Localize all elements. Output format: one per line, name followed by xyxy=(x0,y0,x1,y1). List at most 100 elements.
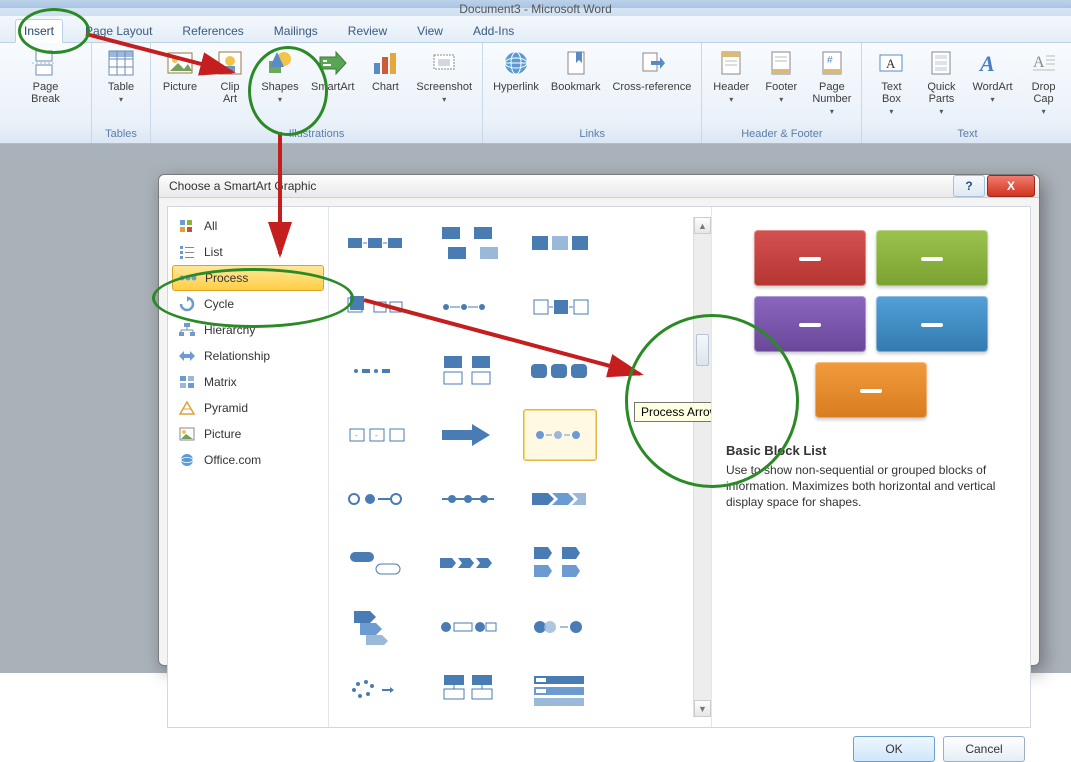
dropcap-button[interactable]: ADrop Cap▾ xyxy=(1023,45,1065,119)
smartart-thumb[interactable] xyxy=(523,601,597,653)
quickparts-button[interactable]: Quick Parts▾ xyxy=(920,45,962,119)
cycle-icon xyxy=(178,296,196,312)
picture-button[interactable]: Picture xyxy=(159,45,201,95)
textbox-button[interactable]: AText Box▾ xyxy=(870,45,912,119)
all-icon xyxy=(178,218,196,234)
category-all[interactable]: All xyxy=(168,213,328,239)
bookmark-icon xyxy=(560,47,592,79)
wordart-button[interactable]: AWordArt▾ xyxy=(970,45,1014,107)
category-list: All List Process Cycle Hierarchy Relatio… xyxy=(168,207,329,727)
svg-text:A: A xyxy=(1033,54,1045,71)
category-list[interactable]: List xyxy=(168,239,328,265)
textbox-icon: A xyxy=(875,47,907,79)
group-links-label: Links xyxy=(491,128,693,143)
close-button[interactable]: X xyxy=(987,175,1035,197)
category-matrix[interactable]: Matrix xyxy=(168,369,328,395)
smartart-thumb[interactable] xyxy=(523,473,597,525)
smartart-thumb[interactable] xyxy=(339,345,413,397)
preview-description: Use to show non-sequential or grouped bl… xyxy=(726,462,1016,511)
scrollbar[interactable]: ▲ ▼ xyxy=(693,217,711,717)
tab-page-layout[interactable]: Page Layout xyxy=(77,20,160,42)
picture-icon xyxy=(164,47,196,79)
smartart-thumb[interactable] xyxy=(523,217,597,269)
hyperlink-button[interactable]: Hyperlink xyxy=(491,45,541,95)
smartart-thumb[interactable] xyxy=(339,665,413,717)
smartart-thumb[interactable] xyxy=(431,537,505,589)
scroll-thumb[interactable] xyxy=(696,334,709,366)
picture-cat-icon xyxy=(178,426,196,442)
smartart-thumb[interactable] xyxy=(523,537,597,589)
list-icon xyxy=(178,244,196,260)
smartart-thumb[interactable] xyxy=(523,665,597,717)
smartart-thumb[interactable] xyxy=(431,217,505,269)
preview-block xyxy=(754,230,866,286)
svg-text:A: A xyxy=(886,56,896,71)
preview-block xyxy=(876,230,988,286)
smartart-thumb[interactable] xyxy=(339,537,413,589)
tab-addins[interactable]: Add-Ins xyxy=(465,20,522,42)
pagenumber-button[interactable]: #Page Number▾ xyxy=(810,45,853,119)
smartart-thumb[interactable] xyxy=(431,409,505,461)
scroll-down[interactable]: ▼ xyxy=(694,700,711,717)
shapes-icon xyxy=(264,47,296,79)
smartart-thumb[interactable] xyxy=(339,601,413,653)
ribbon: Page Break Table▾ Tables Picture Clip Ar… xyxy=(0,43,1071,144)
crossref-icon xyxy=(636,47,668,79)
tab-review[interactable]: Review xyxy=(340,20,395,42)
hyperlink-icon xyxy=(500,47,532,79)
smartart-thumb[interactable] xyxy=(339,217,413,269)
crossref-button[interactable]: Cross-reference xyxy=(610,45,693,95)
clipart-button[interactable]: Clip Art xyxy=(209,45,251,107)
svg-text:#: # xyxy=(827,55,833,66)
clipart-icon xyxy=(214,47,246,79)
smartart-thumb[interactable]: -- xyxy=(339,409,413,461)
scroll-up[interactable]: ▲ xyxy=(694,217,711,234)
category-relationship[interactable]: Relationship xyxy=(168,343,328,369)
smartart-thumb[interactable] xyxy=(431,345,505,397)
table-button[interactable]: Table▾ xyxy=(100,45,142,107)
smartart-thumb[interactable] xyxy=(523,281,597,333)
smartart-thumb[interactable] xyxy=(431,281,505,333)
page-break-button[interactable]: Page Break xyxy=(25,45,67,107)
dropcap-icon: A xyxy=(1028,47,1060,79)
header-button[interactable]: Header▾ xyxy=(710,45,752,107)
screenshot-button[interactable]: Screenshot▾ xyxy=(414,45,474,107)
quickparts-icon xyxy=(925,47,957,79)
tab-references[interactable]: References xyxy=(174,20,251,42)
matrix-icon xyxy=(178,374,196,390)
ribbon-tabs: Insert Page Layout References Mailings R… xyxy=(0,16,1071,43)
title-bar: Document3 - Microsoft Word xyxy=(0,8,1071,16)
category-hierarchy[interactable]: Hierarchy xyxy=(168,317,328,343)
bookmark-button[interactable]: Bookmark xyxy=(549,45,603,95)
preview-block xyxy=(754,296,866,352)
smartart-thumb[interactable] xyxy=(431,601,505,653)
smartart-thumb[interactable] xyxy=(431,665,505,717)
chart-button[interactable]: Chart xyxy=(364,45,406,95)
group-text-label: Text xyxy=(870,128,1064,143)
tab-view[interactable]: View xyxy=(409,20,451,42)
group-tables-partial xyxy=(43,140,83,143)
tab-mailings[interactable]: Mailings xyxy=(266,20,326,42)
smartart-thumb-selected[interactable] xyxy=(523,409,597,461)
smartart-thumb[interactable] xyxy=(339,473,413,525)
shapes-button[interactable]: Shapes▾ xyxy=(259,45,301,107)
category-office[interactable]: Office.com xyxy=(168,447,328,473)
dialog-title: Choose a SmartArt Graphic xyxy=(169,179,316,193)
page-break-icon xyxy=(30,47,62,79)
help-button[interactable]: ? xyxy=(953,175,985,197)
footer-button[interactable]: Footer▾ xyxy=(760,45,802,107)
scroll-track[interactable] xyxy=(694,234,711,700)
smartart-button[interactable]: SmartArt xyxy=(309,45,356,95)
ok-button[interactable]: OK xyxy=(853,736,935,762)
office-icon xyxy=(178,452,196,468)
smartart-thumb[interactable] xyxy=(339,281,413,333)
smartart-thumb[interactable] xyxy=(523,345,597,397)
category-cycle[interactable]: Cycle xyxy=(168,291,328,317)
cancel-button[interactable]: Cancel xyxy=(943,736,1025,762)
category-picture[interactable]: Picture xyxy=(168,421,328,447)
category-pyramid[interactable]: Pyramid xyxy=(168,395,328,421)
category-process[interactable]: Process xyxy=(172,265,324,291)
smartart-thumb[interactable] xyxy=(431,473,505,525)
dialog-titlebar[interactable]: Choose a SmartArt Graphic ? X xyxy=(159,175,1039,198)
tab-insert[interactable]: Insert xyxy=(15,19,63,43)
